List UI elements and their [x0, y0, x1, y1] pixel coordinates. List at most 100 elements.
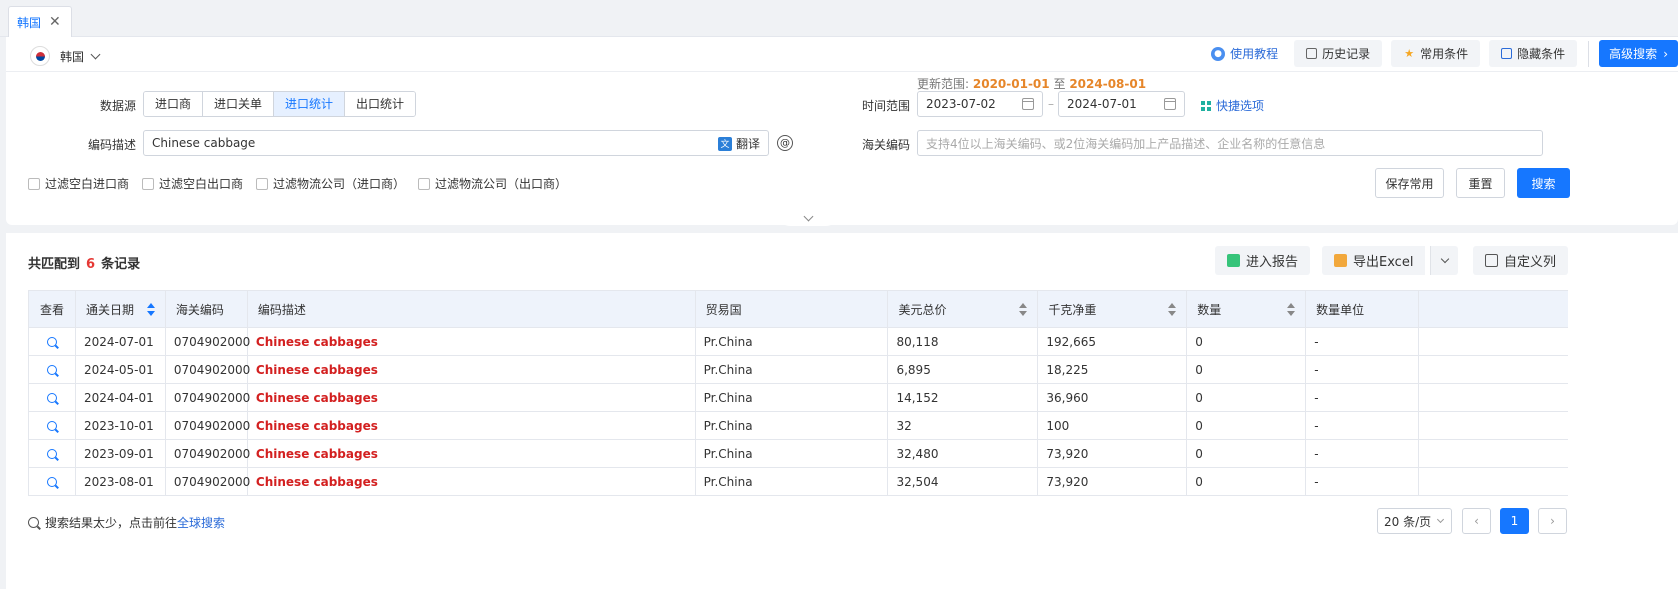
- columns-icon: [1485, 254, 1498, 267]
- sort-icon[interactable]: [146, 303, 155, 317]
- col-quantity[interactable]: 数量: [1187, 291, 1307, 328]
- col-net-weight[interactable]: 千克净重: [1038, 291, 1188, 328]
- view-cell[interactable]: [29, 412, 76, 440]
- history-button[interactable]: 历史记录: [1294, 40, 1383, 67]
- chevron-down-icon: [1440, 254, 1449, 263]
- hs-code-input[interactable]: 支持4位以上海关编码、或2位海关编码加上产品描述、企业名称的任意信息: [917, 130, 1543, 156]
- datasource-option-import-customs[interactable]: 进口关单: [203, 92, 275, 116]
- help-icon: ●: [1211, 46, 1226, 61]
- filter-logistics-exporter[interactable]: 过滤物流公司（出口商）: [418, 175, 567, 192]
- divider: [1588, 40, 1590, 67]
- page-size-select[interactable]: 20 条/页: [1377, 508, 1452, 534]
- help-link[interactable]: ● 使用教程: [1211, 45, 1278, 62]
- unit-cell: -: [1306, 468, 1420, 496]
- quantity-cell: 0: [1187, 356, 1307, 384]
- custom-columns-button[interactable]: 自定义列: [1473, 246, 1569, 275]
- table-row[interactable]: 2023-10-01 0704902000 Chinese cabbages P…: [29, 412, 1568, 440]
- quick-options-link[interactable]: 快捷选项: [1201, 97, 1264, 114]
- table-row[interactable]: 2024-04-01 0704902000 Chinese cabbages P…: [29, 384, 1568, 412]
- empty-cell: [1419, 412, 1568, 440]
- hide-conditions-button[interactable]: 隐藏条件: [1489, 40, 1578, 67]
- export-excel-button[interactable]: 导出Excel: [1322, 246, 1426, 275]
- col-description: 编码描述: [247, 291, 696, 328]
- export-dropdown-button[interactable]: [1430, 246, 1458, 275]
- checkbox[interactable]: [28, 177, 40, 190]
- collapse-toggle[interactable]: [778, 210, 838, 226]
- col-usd-total[interactable]: 美元总价: [888, 291, 1039, 328]
- table-row[interactable]: 2024-05-01 0704902000 Chinese cabbages P…: [29, 356, 1568, 384]
- col-label: 千克净重: [1048, 302, 1097, 317]
- date-from-input[interactable]: 2023-07-02: [917, 91, 1043, 117]
- hs-code-cell: 0704902000: [165, 412, 250, 440]
- magnifier-icon[interactable]: [46, 364, 57, 375]
- checkbox[interactable]: [142, 177, 155, 190]
- common-conditions-button[interactable]: ★ 常用条件: [1391, 40, 1481, 67]
- advanced-search-button[interactable]: 高级搜索 ›: [1599, 40, 1678, 67]
- table-row[interactable]: 2023-09-01 0704902000 Chinese cabbages P…: [29, 440, 1568, 468]
- table-row[interactable]: 2024-07-01 0704902000 Chinese cabbages P…: [29, 328, 1568, 356]
- quantity-cell: 0: [1187, 412, 1307, 440]
- col-date[interactable]: 通关日期: [75, 291, 166, 328]
- usd-cell: 32: [888, 412, 1039, 440]
- at-icon[interactable]: @: [777, 135, 793, 151]
- weight-cell: 100: [1038, 412, 1188, 440]
- magnifier-icon[interactable]: [46, 336, 57, 347]
- table-row[interactable]: 2023-08-01 0704902000 Chinese cabbages P…: [29, 468, 1568, 496]
- reset-button[interactable]: 重置: [1456, 168, 1505, 198]
- code-desc-input[interactable]: Chinese cabbage 文 翻译: [143, 130, 769, 156]
- search-panel: 韩国 ● 使用教程 历史记录 ★ 常用条件 隐藏条件 高级搜索 › 数据源 进口…: [6, 37, 1678, 225]
- results-panel: 共匹配到 6 条记录 进入报告 导出Excel 自定义列 查看 通关日期 海关编码 …: [6, 233, 1678, 589]
- enter-report-button[interactable]: 进入报告: [1215, 246, 1311, 275]
- empty-cell: [1419, 440, 1568, 468]
- update-end-date: 2024-08-01: [1069, 77, 1147, 91]
- filter-logistics-importer[interactable]: 过滤物流公司（进口商）: [256, 175, 405, 192]
- filter-blank-importer[interactable]: 过滤空白进口商: [28, 175, 129, 192]
- filter-blank-exporter[interactable]: 过滤空白出口商: [142, 175, 243, 192]
- sort-icon[interactable]: [1168, 303, 1177, 317]
- view-cell[interactable]: [29, 384, 76, 412]
- next-page-button[interactable]: ›: [1538, 508, 1567, 534]
- magnifier-icon[interactable]: [46, 420, 57, 431]
- prev-page-button[interactable]: ‹: [1462, 508, 1491, 534]
- update-start-date: 2020-01-01: [972, 77, 1050, 91]
- col-trade-country: 贸易国: [695, 291, 889, 328]
- checkbox[interactable]: [256, 177, 269, 190]
- datasource-option-export-stats[interactable]: 出口统计: [345, 92, 416, 116]
- magnifier-icon[interactable]: [46, 476, 57, 487]
- datasource-option-importer[interactable]: 进口商: [144, 92, 204, 116]
- global-search-link[interactable]: 全球搜索: [177, 514, 225, 531]
- sort-icon[interactable]: [1287, 303, 1296, 317]
- page-1-button[interactable]: 1: [1500, 508, 1529, 534]
- date-to-input[interactable]: 2024-07-01: [1058, 91, 1185, 117]
- match-prefix: 共匹配到: [28, 257, 81, 272]
- checkbox[interactable]: [418, 177, 431, 190]
- chevron-down-icon: [1436, 515, 1445, 524]
- quantity-cell: 0: [1187, 328, 1307, 356]
- divider: [6, 71, 1678, 72]
- magnifier-icon[interactable]: [46, 448, 57, 459]
- close-icon[interactable]: ✕: [49, 15, 61, 29]
- sort-icon[interactable]: [1019, 303, 1028, 317]
- col-hs-code: 海关编码: [165, 291, 248, 328]
- date-cell: 2023-09-01: [75, 440, 166, 468]
- unit-cell: -: [1306, 328, 1420, 356]
- view-cell[interactable]: [29, 468, 76, 496]
- view-cell[interactable]: [29, 356, 76, 384]
- view-cell[interactable]: [29, 440, 76, 468]
- save-common-button[interactable]: 保存常用: [1375, 168, 1444, 198]
- country-selector[interactable]: 韩国: [30, 46, 101, 66]
- description-cell: Chinese cabbages: [247, 384, 696, 412]
- search-button[interactable]: 搜索: [1517, 168, 1570, 198]
- magnifier-icon[interactable]: [46, 392, 57, 403]
- datasource-option-import-stats[interactable]: 进口统计: [274, 92, 346, 116]
- calendar-icon: [1022, 98, 1034, 110]
- date-to-value: 2024-07-01: [1067, 97, 1137, 111]
- usd-cell: 80,118: [888, 328, 1039, 356]
- translate-button[interactable]: 文 翻译: [717, 135, 760, 152]
- update-range-prefix: 更新范围:: [917, 77, 970, 91]
- view-cell[interactable]: [29, 328, 76, 356]
- hint-text: 搜索结果太少，点击前往: [45, 516, 178, 530]
- quantity-cell: 0: [1187, 440, 1307, 468]
- hs-code-cell: 0704902000: [165, 328, 250, 356]
- tab-korea[interactable]: 韩国 ✕: [8, 6, 72, 37]
